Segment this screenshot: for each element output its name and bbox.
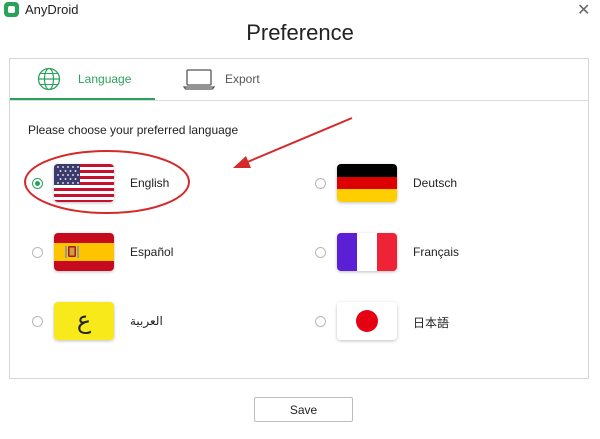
dialog-title: Preference: [246, 20, 354, 45]
language-option-japanese[interactable]: 日本語: [315, 300, 515, 344]
tab-export[interactable]: Export: [175, 59, 315, 99]
app-name: AnyDroid: [25, 2, 79, 17]
language-option-arabic[interactable]: ع العربية: [32, 300, 232, 344]
language-option-deutsch[interactable]: Deutsch: [315, 162, 515, 206]
tab-language-label: Language: [78, 72, 132, 86]
globe-icon: [37, 67, 61, 91]
radio-francais[interactable]: [315, 247, 326, 258]
radio-arabic[interactable]: [32, 316, 43, 327]
japan-flag-icon: [337, 302, 397, 340]
title-bar: AnyDroid ✕: [0, 0, 600, 22]
save-button[interactable]: Save: [254, 397, 353, 422]
language-label-espanol: Español: [130, 245, 174, 259]
tab-bar: Language Export: [10, 59, 588, 101]
arabic-letter-glyph: ع: [76, 306, 92, 334]
laptop-icon: [183, 69, 215, 90]
germany-flag-icon: [337, 164, 397, 202]
spain-flag-icon: [54, 233, 114, 271]
language-option-francais[interactable]: Français: [315, 231, 515, 275]
radio-english[interactable]: [32, 178, 43, 189]
france-flag-icon: [337, 233, 397, 271]
language-label-deutsch: Deutsch: [413, 176, 458, 190]
radio-deutsch[interactable]: [315, 178, 326, 189]
tab-language[interactable]: Language: [10, 59, 155, 100]
language-option-espanol[interactable]: Español: [32, 231, 232, 275]
arabic-flag-icon: ع: [54, 302, 114, 340]
language-label-japanese: 日本語: [413, 316, 450, 330]
app-logo-icon: [4, 2, 19, 17]
language-option-english[interactable]: English: [32, 162, 232, 206]
language-label-francais: Français: [413, 245, 460, 259]
language-label-english: English: [130, 176, 170, 190]
tab-export-label: Export: [225, 72, 260, 86]
us-flag-icon: [54, 164, 114, 202]
radio-espanol[interactable]: [32, 247, 43, 258]
language-prompt: Please choose your preferred language: [28, 123, 239, 137]
language-label-arabic: العربية: [130, 314, 163, 328]
radio-japanese[interactable]: [315, 316, 326, 327]
close-icon[interactable]: ✕: [577, 0, 590, 20]
preference-panel: Language Export Please choose your prefe…: [9, 58, 589, 379]
